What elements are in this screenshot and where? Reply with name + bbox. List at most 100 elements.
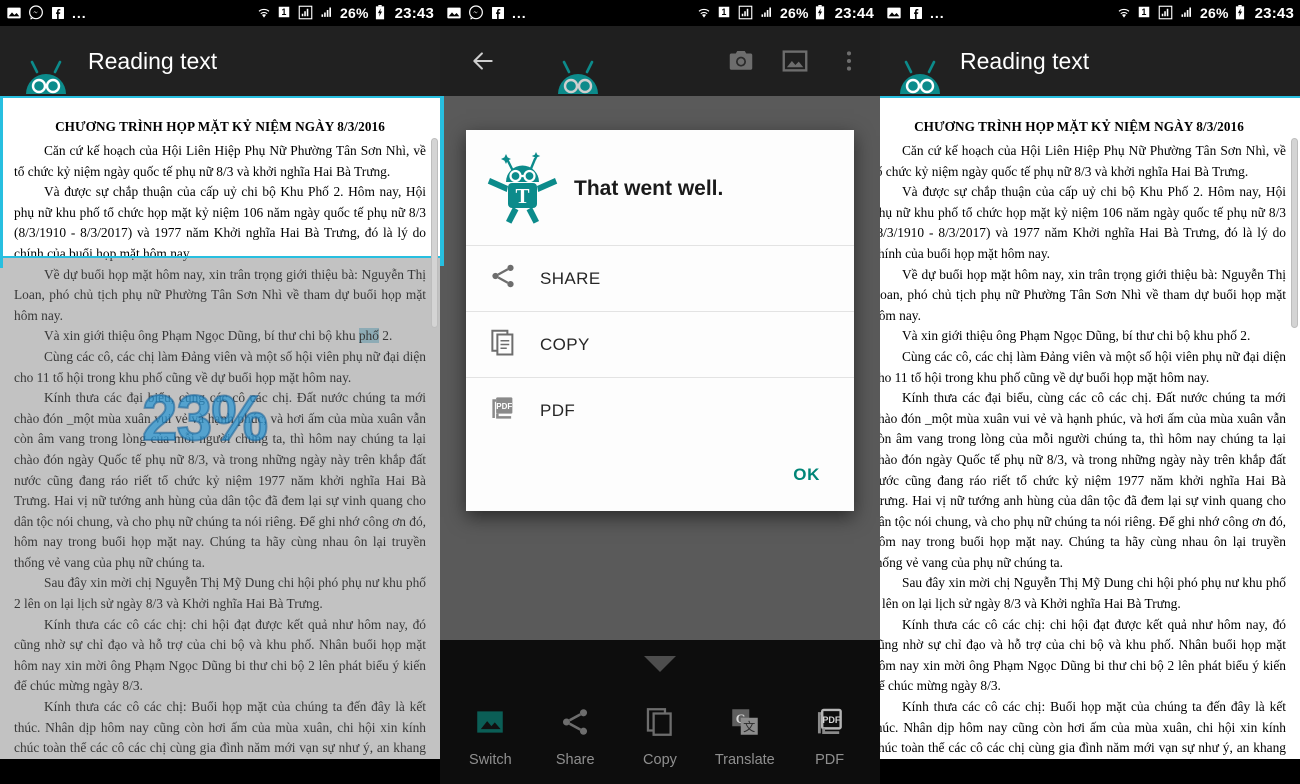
document-paragraph-highlighted: Và xin giới thiệu ông Phạm Ngọc Dũng, bí… [14,326,426,347]
wifi-icon [1116,5,1132,21]
dialog-option-label: COPY [540,334,590,354]
gallery-icon[interactable] [778,44,812,78]
status-left-icons: ... [886,5,945,21]
toolbar-item-switch[interactable]: Switch [451,705,529,768]
hl-before: Và xin giới thiệu ông Phạm Ngọc Dũng, bí… [44,328,359,344]
hl-after: 2. [1236,328,1251,344]
image-icon [446,5,462,21]
robot-logo-icon [892,48,948,104]
back-arrow-icon[interactable] [466,44,500,78]
battery-percent: 26% [340,5,369,21]
toolbar-item-translate[interactable]: G文 Translate [706,705,784,768]
left-accent-edge [0,98,3,268]
image-icon [6,5,22,21]
caret-down-icon[interactable] [642,654,678,679]
highlighted-word[interactable]: phố [358,328,379,344]
svg-text:1: 1 [1142,7,1147,17]
ok-button[interactable]: OK [785,459,828,491]
document-title: CHƯƠNG TRÌNH HỌP MẶT KỶ NIỆM NGÀY 8/3/20… [914,119,1244,134]
facebook-icon [908,5,924,21]
hl-before: Và xin giới thiệu ông Phạm Ngọc Dũng, bí… [902,328,1217,344]
document-paragraph: Và được sự chắp thuận của cấp uỷ chi bộ … [880,184,1286,261]
camera-icon[interactable] [724,44,758,78]
pdf-icon: PDF [813,705,847,744]
toolbar-item-label: Translate [714,752,775,768]
app-bar-middle [440,26,880,96]
svg-text:1: 1 [282,7,287,17]
signal-icon [298,5,314,21]
document-title: CHƯƠNG TRÌNH HỌP MẶT KỶ NIỆM NGÀY 8/3/20… [55,119,385,134]
signal-icon [1158,5,1174,21]
status-overflow-dots: ... [72,5,87,21]
document-paragraph: Cùng các cô, các chị làm Đảng viên và mộ… [14,348,426,385]
sim-icon: 1 [1137,5,1153,21]
bottom-toolbar: Switch Share Copy G文 [440,640,880,784]
document-paragraph: Căn cứ kế hoạch của Hội Liên Hiệp Phụ Nữ… [14,143,426,179]
dialog-option-share[interactable]: SHARE [466,245,854,311]
phone-panel-middle: ... 1 26% 23:44 T That went well. SHARE … [440,0,880,784]
status-bar-right: ... 1 26% 23:43 [880,0,1300,26]
three-panel-screenshot: ... 1 26% 23:43 Reading text CHƯƠNG TRÌN… [0,0,1300,784]
svg-text:PDF: PDF [822,715,841,725]
toolbar-item-label: Copy [643,752,677,768]
dialog-header: T That went well. [466,130,854,245]
toolbar-item-label: Share [555,752,595,768]
status-right-cluster: 1 26% 23:43 [256,5,434,22]
phone-panel-right: ... 1 26% 23:43 Reading text CHƯƠNG TRÌN… [880,0,1300,784]
clock-time: 23:43 [1254,4,1294,22]
left-accent-edge [440,96,444,266]
toolbar-item-copy[interactable]: Copy [621,705,699,768]
document-paragraph: Và xin giới thiệu ông Phạm Ngọc Dũng, bí… [880,326,1286,347]
dialog-option-label: PDF [540,400,576,420]
document-viewer-right[interactable]: CHƯƠNG TRÌNH HỌP MẶT KỶ NIỆM NGÀY 8/3/20… [880,98,1300,784]
facebook-icon [490,5,506,21]
share-icon [488,261,518,296]
image-switch-icon [473,705,507,744]
bottom-toolbar-items: Switch Share Copy G文 [440,705,880,768]
messenger-icon [468,5,484,21]
battery-icon [814,5,830,21]
document-scrollbar-thumb[interactable] [1291,138,1298,328]
document-paragraph: Về dự buổi họp mặt hôm nay, xin trân trọ… [14,266,426,323]
reading-progress-line [0,256,440,258]
pdf-icon: PDF [488,393,518,428]
robot-logo-icon [550,48,606,104]
signal-icon [738,5,754,21]
document-paragraph: Kính thưa các cô các chị: chi hội đạt đư… [880,616,1286,694]
signal2-icon [1179,5,1195,21]
app-bar-right: Reading text [880,26,1300,96]
svg-text:1: 1 [722,7,727,17]
svg-text:PDF: PDF [496,402,512,411]
status-right-cluster: 1 26% 23:43 [1116,5,1294,22]
appbar-accent-line [0,96,440,98]
page-title: Reading text [88,47,218,74]
battery-percent: 26% [1200,5,1229,21]
sim-icon: 1 [277,5,293,21]
robot-mascot-icon: T [486,148,560,229]
nav-bar-right [880,759,1300,784]
document-scrollbar-thumb[interactable] [431,138,438,328]
dialog-option-pdf[interactable]: PDF PDF [466,377,854,443]
overflow-menu-icon[interactable] [832,44,866,78]
signal2-icon [759,5,775,21]
dialog-footer: OK [466,443,854,511]
status-overflow-dots: ... [512,5,527,21]
toolbar-item-pdf[interactable]: PDF PDF [791,705,869,768]
document-paragraph: Kính thưa các cô các chị: chi hội đạt đư… [14,616,426,694]
document-viewer-left[interactable]: CHƯƠNG TRÌNH HỌP MẶT KỶ NIỆM NGÀY 8/3/20… [0,98,440,784]
messenger-icon [28,5,44,21]
translate-icon: G文 [728,705,762,744]
clock-time: 23:44 [834,4,874,22]
app-bar-left: Reading text [0,26,440,96]
copy-icon [488,327,518,362]
nav-bar-left [0,759,440,784]
svg-text:文: 文 [743,719,755,734]
page-title: Reading text [960,47,1090,74]
signal2-icon [319,5,335,21]
document-paragraph: Sau đây xin mời chị Nguyễn Thị Mỹ Dung c… [14,575,426,612]
hl-after: 2. [378,328,393,344]
dialog-option-copy[interactable]: COPY [466,311,854,377]
toolbar-item-share[interactable]: Share [536,705,614,768]
hl-word: phố [1216,328,1237,344]
status-bar-left: ... 1 26% 23:43 [0,0,440,26]
